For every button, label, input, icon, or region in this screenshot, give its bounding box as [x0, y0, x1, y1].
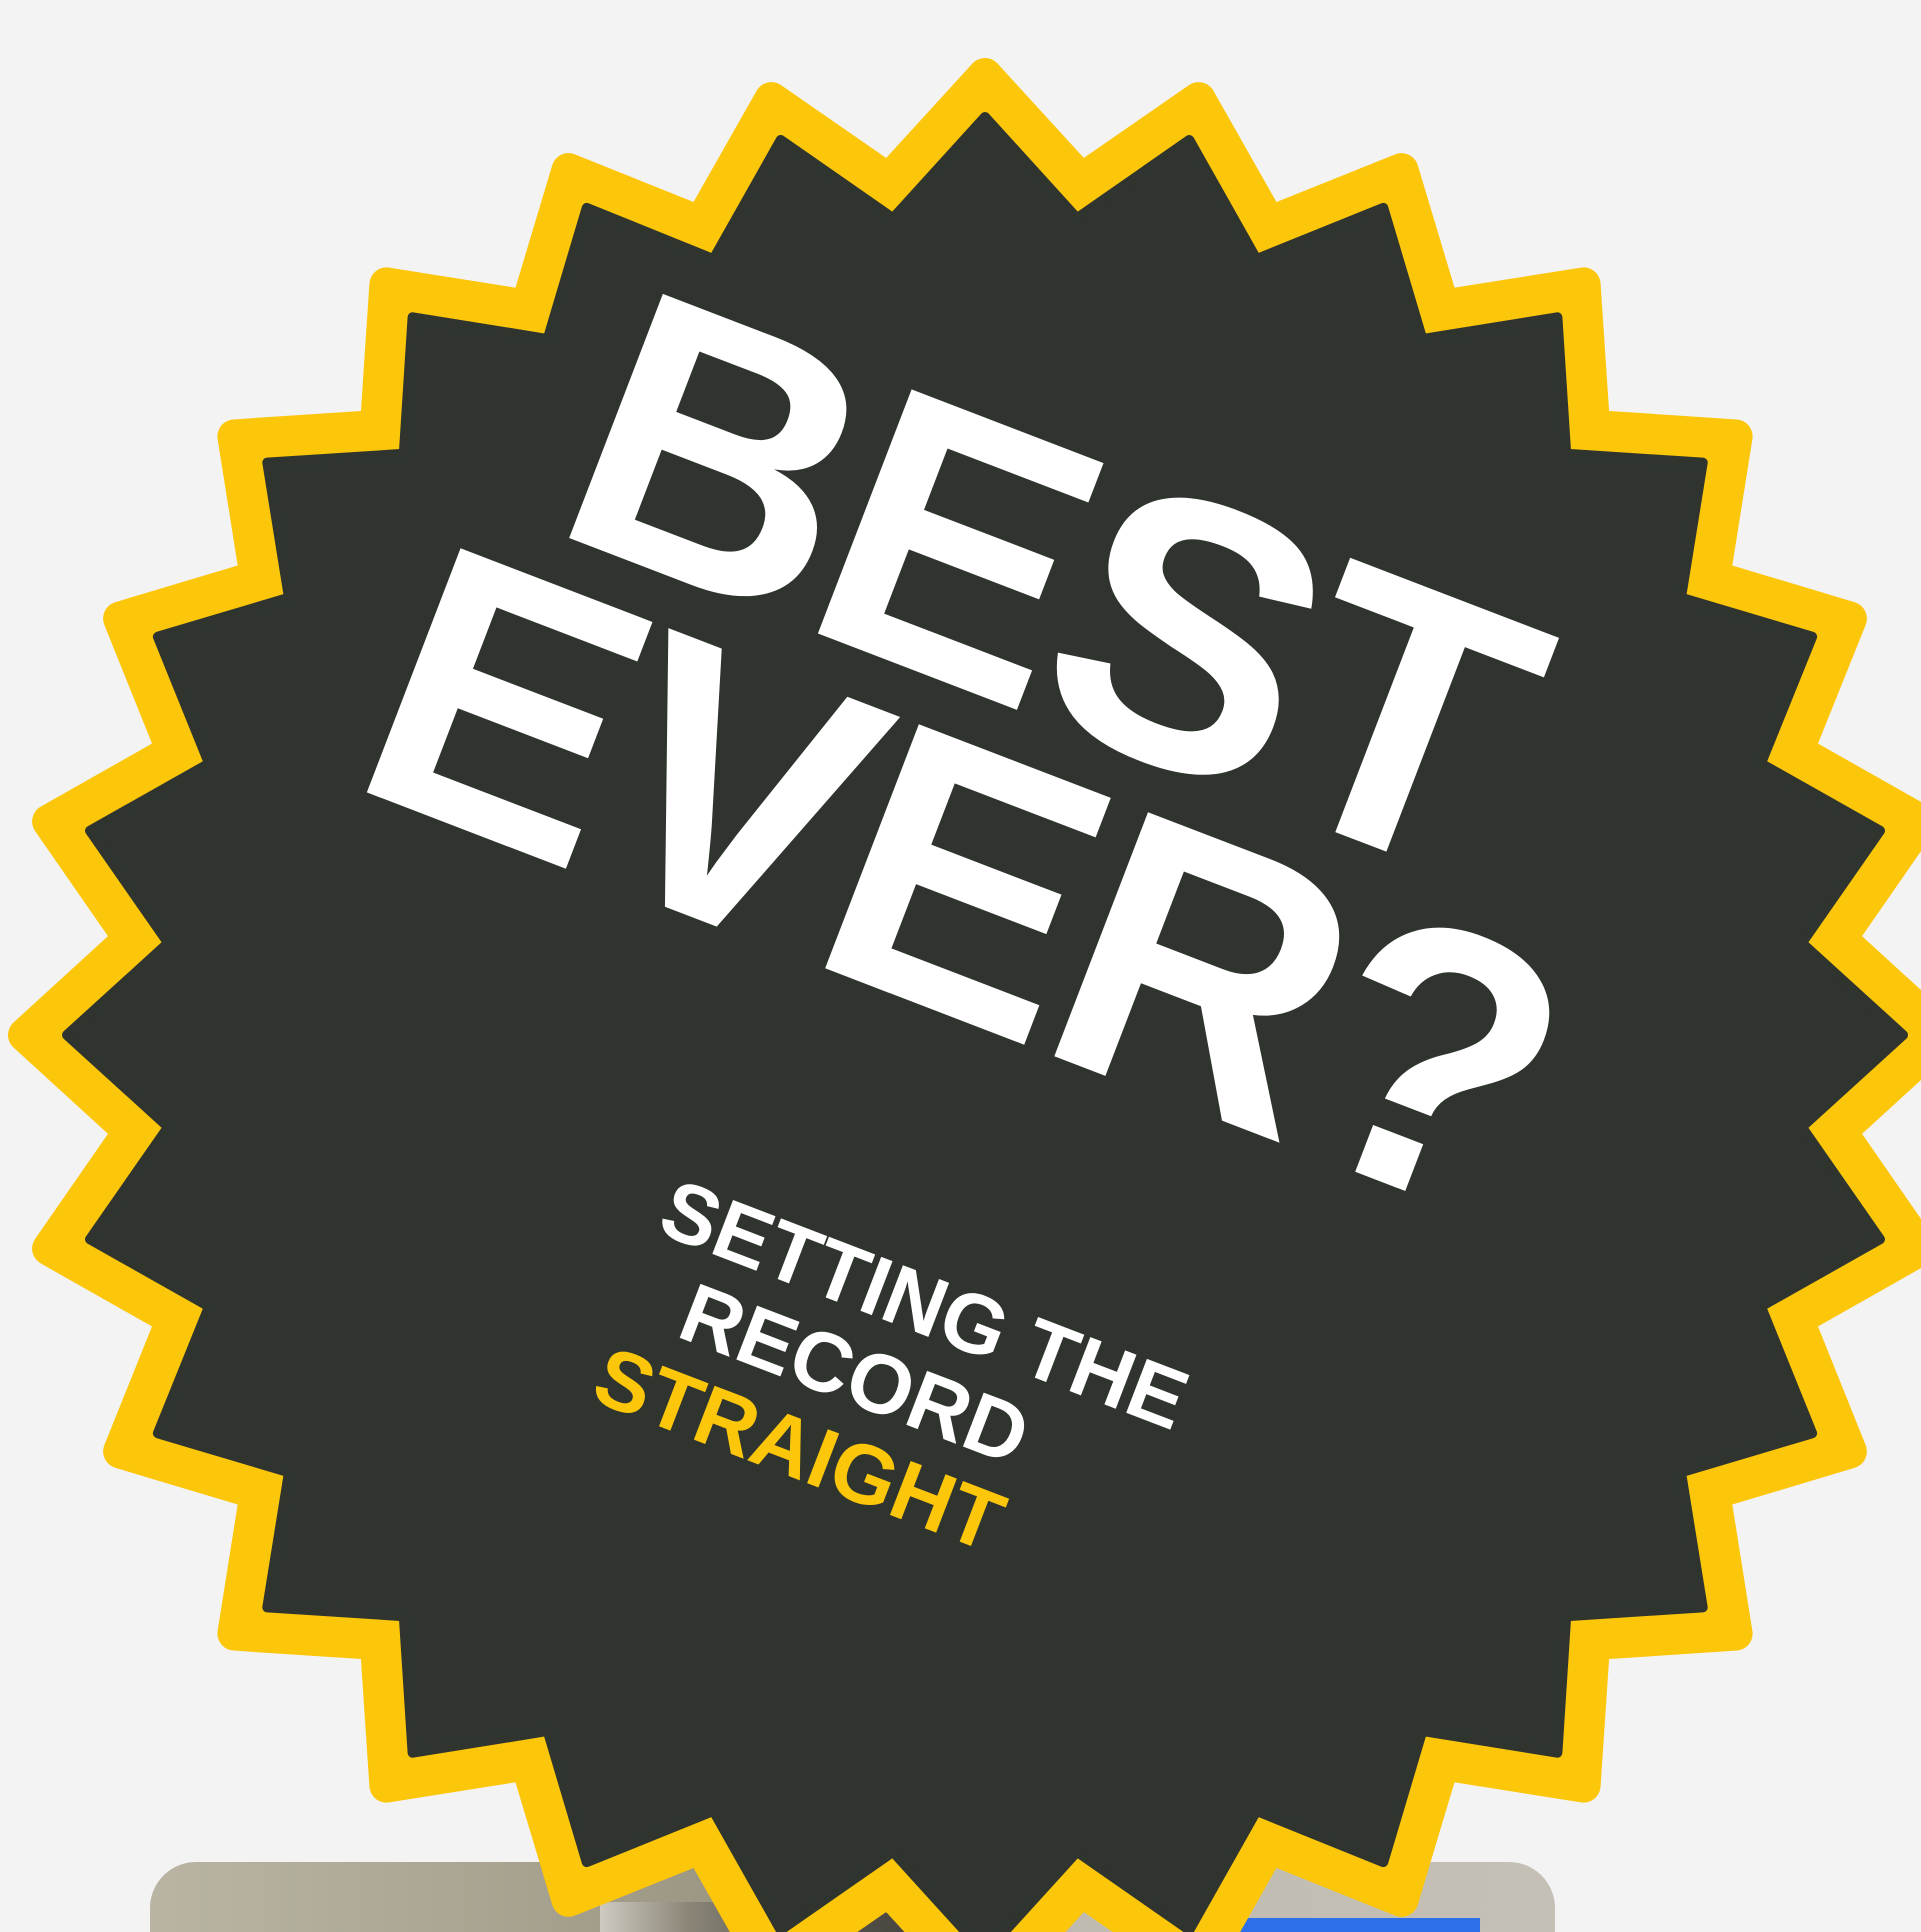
page: BEST EVER? SETTING THE RECORD STRAIGHT [0, 0, 1921, 1932]
starburst-badge: BEST EVER? SETTING THE RECORD STRAIGHT [8, 58, 1921, 1932]
